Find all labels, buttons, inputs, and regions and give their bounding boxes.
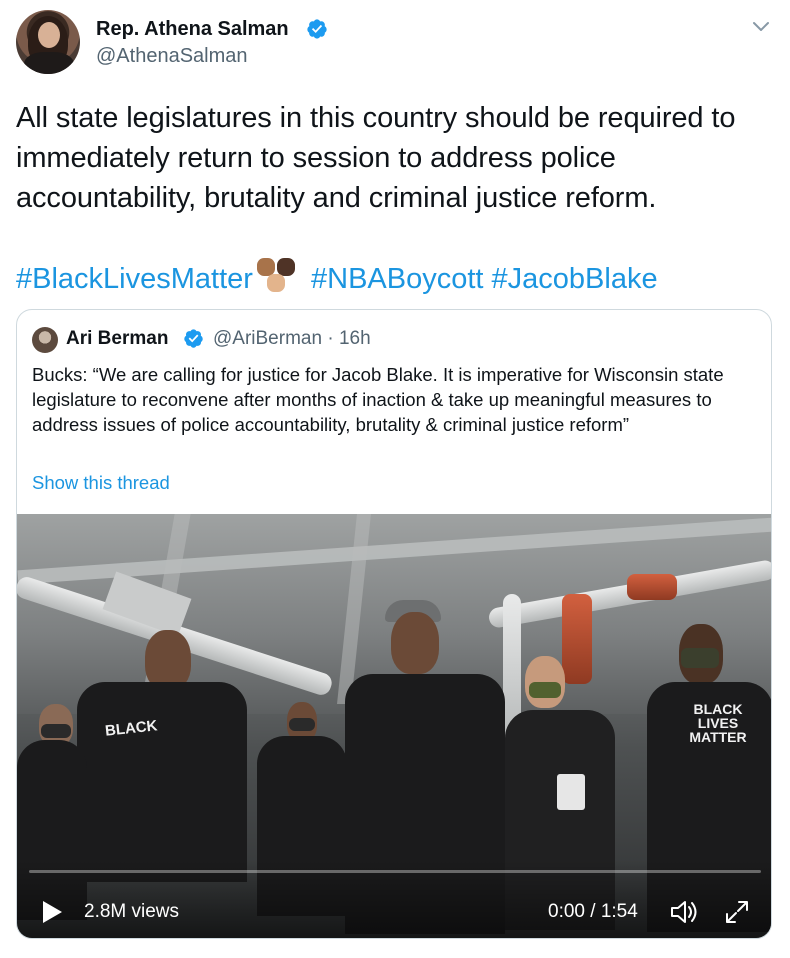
author-name[interactable]: Rep. Athena Salman bbox=[96, 16, 289, 42]
quote-text: Bucks: “We are calling for justice for J… bbox=[32, 364, 724, 435]
quote-timestamp[interactable]: 16h bbox=[339, 328, 371, 349]
video-duration: 1:54 bbox=[600, 901, 638, 922]
volume-icon[interactable] bbox=[669, 898, 699, 926]
video-time-separator: / bbox=[584, 901, 601, 922]
hashtag-blacklivesmatter[interactable]: #BlackLivesMatter bbox=[16, 263, 253, 295]
video-progress-bar[interactable] bbox=[29, 870, 761, 873]
author-handle[interactable]: @AthenaSalman bbox=[96, 43, 248, 69]
hashtag-jacobblake[interactable]: #JacobBlake bbox=[492, 263, 658, 295]
quote-author-name[interactable]: Ari Berman bbox=[66, 326, 168, 352]
author-avatar[interactable] bbox=[16, 10, 80, 74]
raised-fists-emoji bbox=[255, 258, 299, 294]
tweet: Rep. Athena Salman @AthenaSalman All sta… bbox=[0, 0, 790, 958]
chevron-down-icon bbox=[753, 22, 769, 31]
more-options-button[interactable] bbox=[746, 12, 776, 42]
show-thread-link[interactable]: Show this thread bbox=[32, 470, 170, 496]
quoted-tweet-card[interactable]: Ari Berman @AriBerman · 16h Bucks: “We a… bbox=[16, 309, 772, 939]
tweet-text: All state legislatures in this country s… bbox=[16, 102, 736, 214]
video-current-time: 0:00 bbox=[548, 901, 585, 922]
meta-separator: · bbox=[327, 328, 334, 349]
play-icon[interactable] bbox=[39, 899, 65, 925]
video-player[interactable]: BLACK BLACK LIVES MATTER 2.8M views 0:00… bbox=[17, 514, 771, 938]
video-view-count: 2.8M views bbox=[84, 901, 180, 922]
verified-badge-icon bbox=[184, 329, 203, 348]
quote-author-handle[interactable]: @AriBerman bbox=[213, 328, 322, 349]
hashtag-nbaboycott[interactable]: #NBABoycott bbox=[311, 263, 483, 295]
quote-author-avatar[interactable] bbox=[32, 327, 58, 353]
video-time: 0:00 / 1:54 bbox=[548, 900, 638, 924]
quote-meta: @AriBerman · 16h bbox=[213, 326, 371, 352]
fullscreen-icon[interactable] bbox=[723, 898, 751, 926]
shirt-text-blm: BLACK LIVES MATTER bbox=[689, 701, 747, 745]
verified-badge-icon bbox=[307, 19, 327, 39]
hashtags: #BlackLivesMatter #NBABoycott #JacobBlak… bbox=[16, 258, 658, 299]
